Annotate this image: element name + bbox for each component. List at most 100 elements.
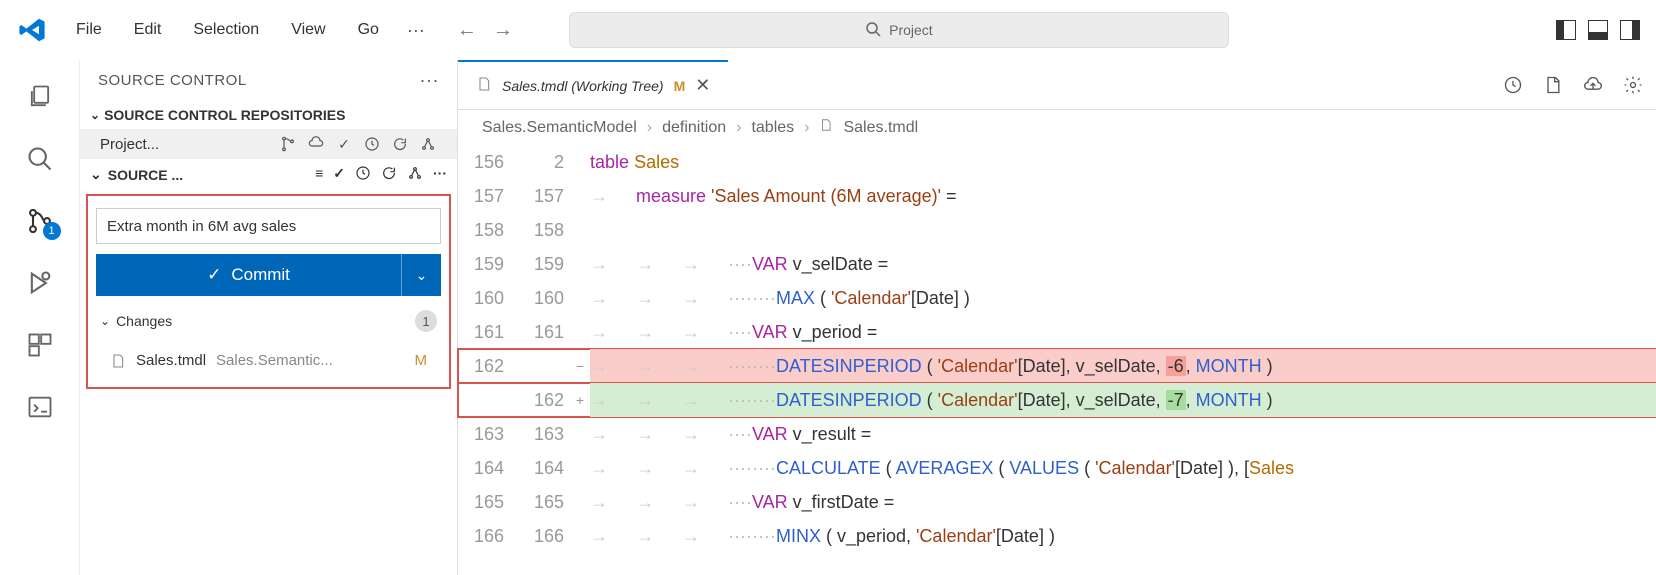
gutter-old: 162	[458, 349, 510, 383]
code-text: →→→········DATESINPERIOD ( 'Calendar'[Da…	[590, 383, 1656, 417]
menu-file[interactable]: File	[72, 17, 106, 43]
command-center-search[interactable]: Project	[569, 12, 1229, 48]
section-sc-label: SOURCE ...	[108, 167, 183, 183]
repo-row[interactable]: Project... ✓	[80, 129, 457, 159]
nav-forward-icon[interactable]: →	[493, 19, 513, 42]
breadcrumb[interactable]: Sales.SemanticModel › definition › table…	[458, 110, 1656, 145]
section-repositories[interactable]: ⌄ SOURCE CONTROL REPOSITORIES	[80, 101, 457, 129]
chevron-down-icon: ⌄	[90, 166, 102, 183]
layout-toggle-panel-icon[interactable]	[1588, 20, 1608, 40]
explorer-icon[interactable]	[23, 80, 57, 114]
chevron-down-icon: ⌄	[100, 314, 110, 328]
gutter-new: 2	[510, 145, 570, 179]
changed-file-row[interactable]: Sales.tmdl Sales.Semantic... M	[96, 346, 441, 375]
breadcrumb-separator-icon: ›	[647, 119, 652, 137]
gutter-new: 161	[510, 315, 570, 349]
code-editor[interactable]: 1562table Sales157157→measure 'Sales Amo…	[458, 145, 1656, 553]
refresh-icon[interactable]	[391, 135, 409, 153]
graph-icon[interactable]	[419, 135, 437, 153]
branch-icon[interactable]	[279, 135, 297, 153]
code-text: →→→········MAX ( 'Calendar'[Date] )	[590, 281, 1656, 315]
terminal-icon[interactable]	[23, 390, 57, 424]
panel-title-bar: SOURCE CONTROL ···	[80, 60, 457, 101]
menu-view[interactable]: View	[287, 17, 329, 43]
tab-bar: Sales.tmdl (Working Tree) M ✕	[458, 60, 1656, 110]
code-text: →→→····VAR v_result =	[590, 417, 1656, 451]
code-text: →→→········MINX ( v_period, 'Calendar'[D…	[590, 519, 1656, 553]
check-icon: ✓	[207, 265, 221, 285]
file-path: Sales.Semantic...	[216, 352, 333, 369]
code-line[interactable]: 166166→→→········MINX ( v_period, 'Calen…	[458, 519, 1656, 553]
section-sourcecontrol[interactable]: ⌄ SOURCE ... ≡ ✓ ···	[80, 159, 457, 190]
extensions-icon[interactable]	[23, 328, 57, 362]
gutter-new: 163	[510, 417, 570, 451]
code-line[interactable]: 158158	[458, 213, 1656, 247]
gutter-old: 158	[458, 213, 510, 247]
check-icon[interactable]: ✓	[335, 135, 353, 153]
layout-toggle-sidebar-icon[interactable]	[1556, 20, 1576, 40]
source-control-icon[interactable]: 1	[23, 204, 57, 238]
main-layout: 1 SOURCE CONTROL ··· ⌄ SOURCE CONTROL RE…	[0, 60, 1656, 575]
editor-tab[interactable]: Sales.tmdl (Working Tree) M ✕	[458, 60, 728, 109]
breadcrumb-separator-icon: ›	[804, 119, 809, 137]
commit-dropdown-button[interactable]: ⌄	[401, 254, 441, 296]
file-icon	[819, 118, 833, 137]
panel-more-icon[interactable]: ···	[420, 70, 439, 91]
cloud-sync-icon[interactable]	[307, 135, 325, 153]
graph-icon[interactable]	[407, 165, 423, 184]
history-icon[interactable]	[363, 135, 381, 153]
code-line[interactable]: 165165→→→····VAR v_firstDate =	[458, 485, 1656, 519]
breadcrumb-part[interactable]: Sales.tmdl	[843, 119, 918, 137]
code-line[interactable]: 161161→→→····VAR v_period =	[458, 315, 1656, 349]
code-line[interactable]: 160160→→→········MAX ( 'Calendar'[Date] …	[458, 281, 1656, 315]
vscode-logo-icon	[16, 14, 48, 46]
code-line[interactable]: 164164→→→········CALCULATE ( AVERAGEX ( …	[458, 451, 1656, 485]
breadcrumb-part[interactable]: definition	[662, 119, 726, 137]
gutter-new: 157	[510, 179, 570, 213]
open-file-icon[interactable]	[1542, 74, 1564, 96]
file-icon	[476, 76, 492, 95]
menu-edit[interactable]: Edit	[130, 17, 166, 43]
breadcrumb-separator-icon: ›	[736, 119, 741, 137]
code-line[interactable]: 162−→→→········DATESINPERIOD ( 'Calendar…	[458, 349, 1656, 383]
code-line[interactable]: 1562table Sales	[458, 145, 1656, 179]
breadcrumb-part[interactable]: tables	[751, 119, 794, 137]
code-text: →→→····VAR v_period =	[590, 315, 1656, 349]
gutter-old: 164	[458, 451, 510, 485]
settings-icon[interactable]	[1622, 74, 1644, 96]
commit-button[interactable]: ✓ Commit	[96, 254, 401, 296]
view-mode-icon[interactable]: ≡	[315, 165, 323, 184]
cloud-icon[interactable]	[1582, 74, 1604, 96]
code-line[interactable]: 163163 →→→····VAR v_result =	[458, 417, 1656, 451]
history-icon[interactable]	[355, 165, 371, 184]
gutter-old: 165	[458, 485, 510, 519]
refresh-icon[interactable]	[381, 165, 397, 184]
commit-area: ✓ Commit ⌄ ⌄ Changes 1 Sales.tmdl Sales.…	[86, 194, 451, 389]
menu-go[interactable]: Go	[354, 17, 383, 43]
code-line[interactable]: 157157→measure 'Sales Amount (6M average…	[458, 179, 1656, 213]
tab-close-icon[interactable]: ✕	[695, 75, 710, 96]
chevron-down-icon: ⌄	[416, 267, 428, 284]
gutter-new: 166	[510, 519, 570, 553]
menu-overflow-icon[interactable]: ···	[407, 20, 425, 41]
repo-name: Project...	[100, 136, 159, 153]
code-line[interactable]: 162+→→→········DATESINPERIOD ( 'Calendar…	[458, 383, 1656, 417]
layout-toggle-right-icon[interactable]	[1620, 20, 1640, 40]
history-icon[interactable]	[1502, 74, 1524, 96]
search-activity-icon[interactable]	[23, 142, 57, 176]
gutter-old: 160	[458, 281, 510, 315]
gutter-old: 156	[458, 145, 510, 179]
code-line[interactable]: 159159→→→····VAR v_selDate =	[458, 247, 1656, 281]
more-icon[interactable]: ···	[433, 165, 447, 184]
gutter-old: 163	[458, 417, 510, 451]
run-debug-icon[interactable]	[23, 266, 57, 300]
changes-section-header[interactable]: ⌄ Changes 1	[96, 306, 441, 336]
menu-selection[interactable]: Selection	[189, 17, 263, 43]
breadcrumb-part[interactable]: Sales.SemanticModel	[482, 119, 637, 137]
check-icon[interactable]: ✓	[333, 165, 345, 184]
section-repos-label: SOURCE CONTROL REPOSITORIES	[104, 107, 345, 123]
nav-back-icon[interactable]: ←	[457, 19, 477, 42]
changes-count-badge: 1	[415, 310, 437, 332]
commit-message-input[interactable]	[96, 208, 441, 244]
tab-actions	[1502, 74, 1644, 96]
